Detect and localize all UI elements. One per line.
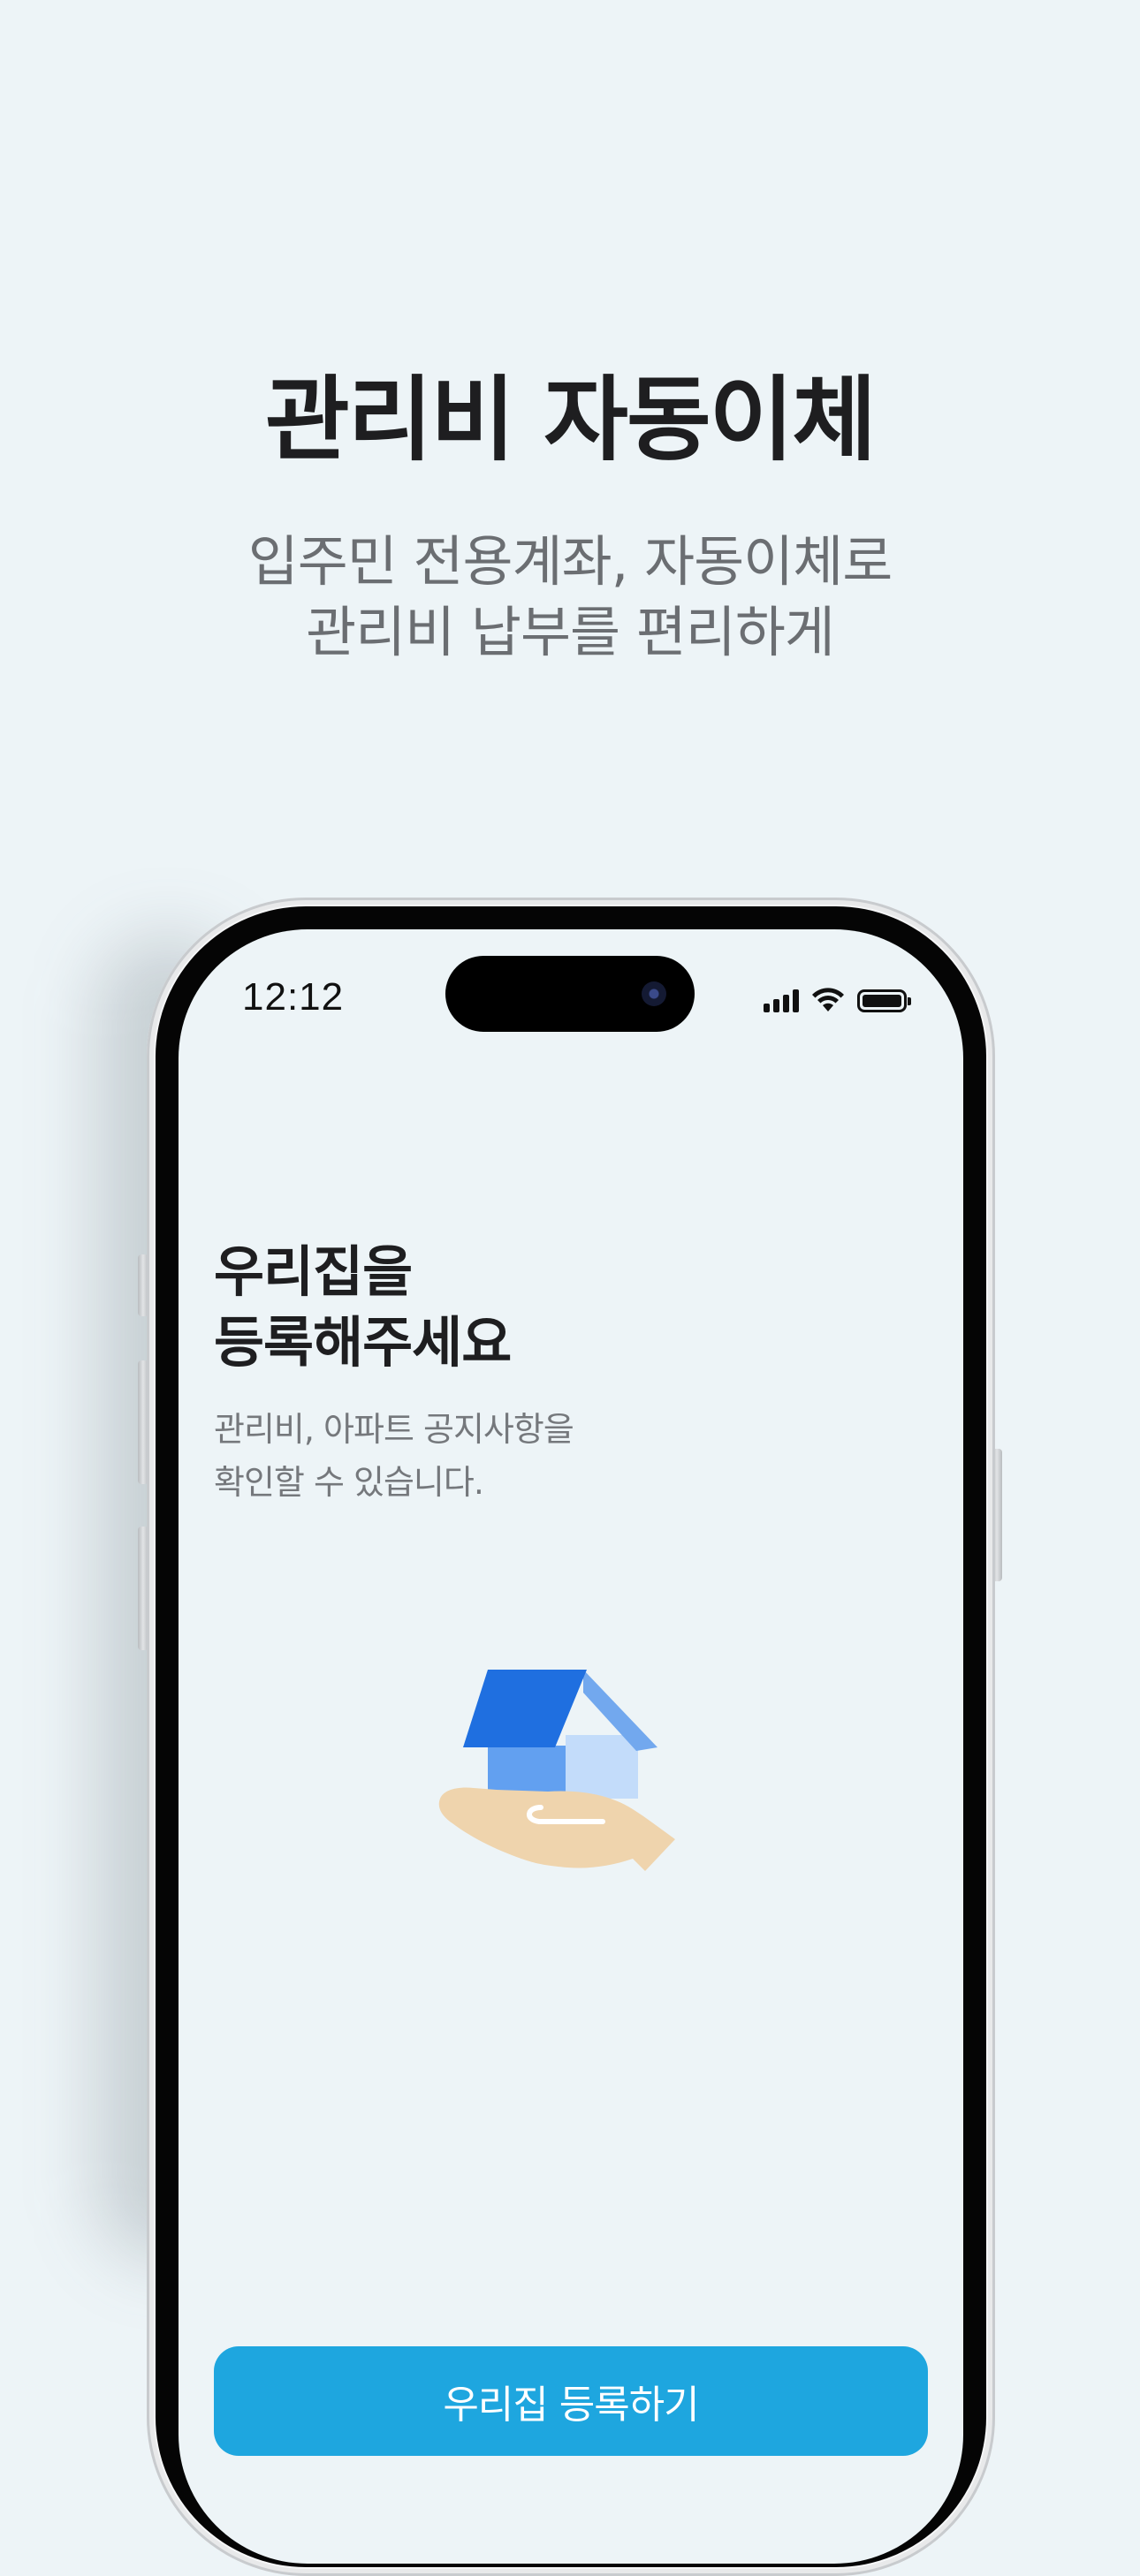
- status-time: 12:12: [242, 975, 345, 1019]
- screen-title-line-1: 우리집을: [214, 1239, 413, 1304]
- screen-description-line-1: 관리비, 아파트 공지사항을: [214, 1410, 574, 1449]
- house-in-hand-icon: [438, 1670, 675, 1871]
- register-home-button[interactable]: 우리집 등록하기: [214, 2346, 928, 2456]
- promo-headline: 관리비 자동이체: [265, 366, 877, 474]
- front-camera-icon: [642, 981, 666, 1006]
- cellular-signal-icon: [764, 989, 799, 1012]
- screen-title-line-2: 등록해주세요: [214, 1310, 512, 1375]
- battery-icon: [857, 989, 911, 1012]
- screen-description: 관리비, 아파트 공지사항을 확인할 수 있습니다.: [214, 1403, 574, 1509]
- phone-screen: 12:12 우리집을 등록해주세요 관리비, 아파트 공지사항을 확인할 수 있…: [179, 929, 963, 2564]
- screen-description-line-2: 확인할 수 있습니다.: [214, 1463, 484, 1502]
- dynamic-island: [445, 956, 695, 1032]
- promo-subline: 입주민 전용계좌, 자동이체로 관리비 납부를 편리하게: [0, 527, 1140, 668]
- status-icons: [764, 988, 911, 1012]
- promo-subline-line-1: 입주민 전용계좌, 자동이체로: [247, 529, 893, 594]
- wifi-icon: [812, 988, 844, 1011]
- screen-title: 우리집을 등록해주세요: [214, 1237, 512, 1378]
- promo-subline-line-2: 관리비 납부를 편리하게: [306, 600, 835, 664]
